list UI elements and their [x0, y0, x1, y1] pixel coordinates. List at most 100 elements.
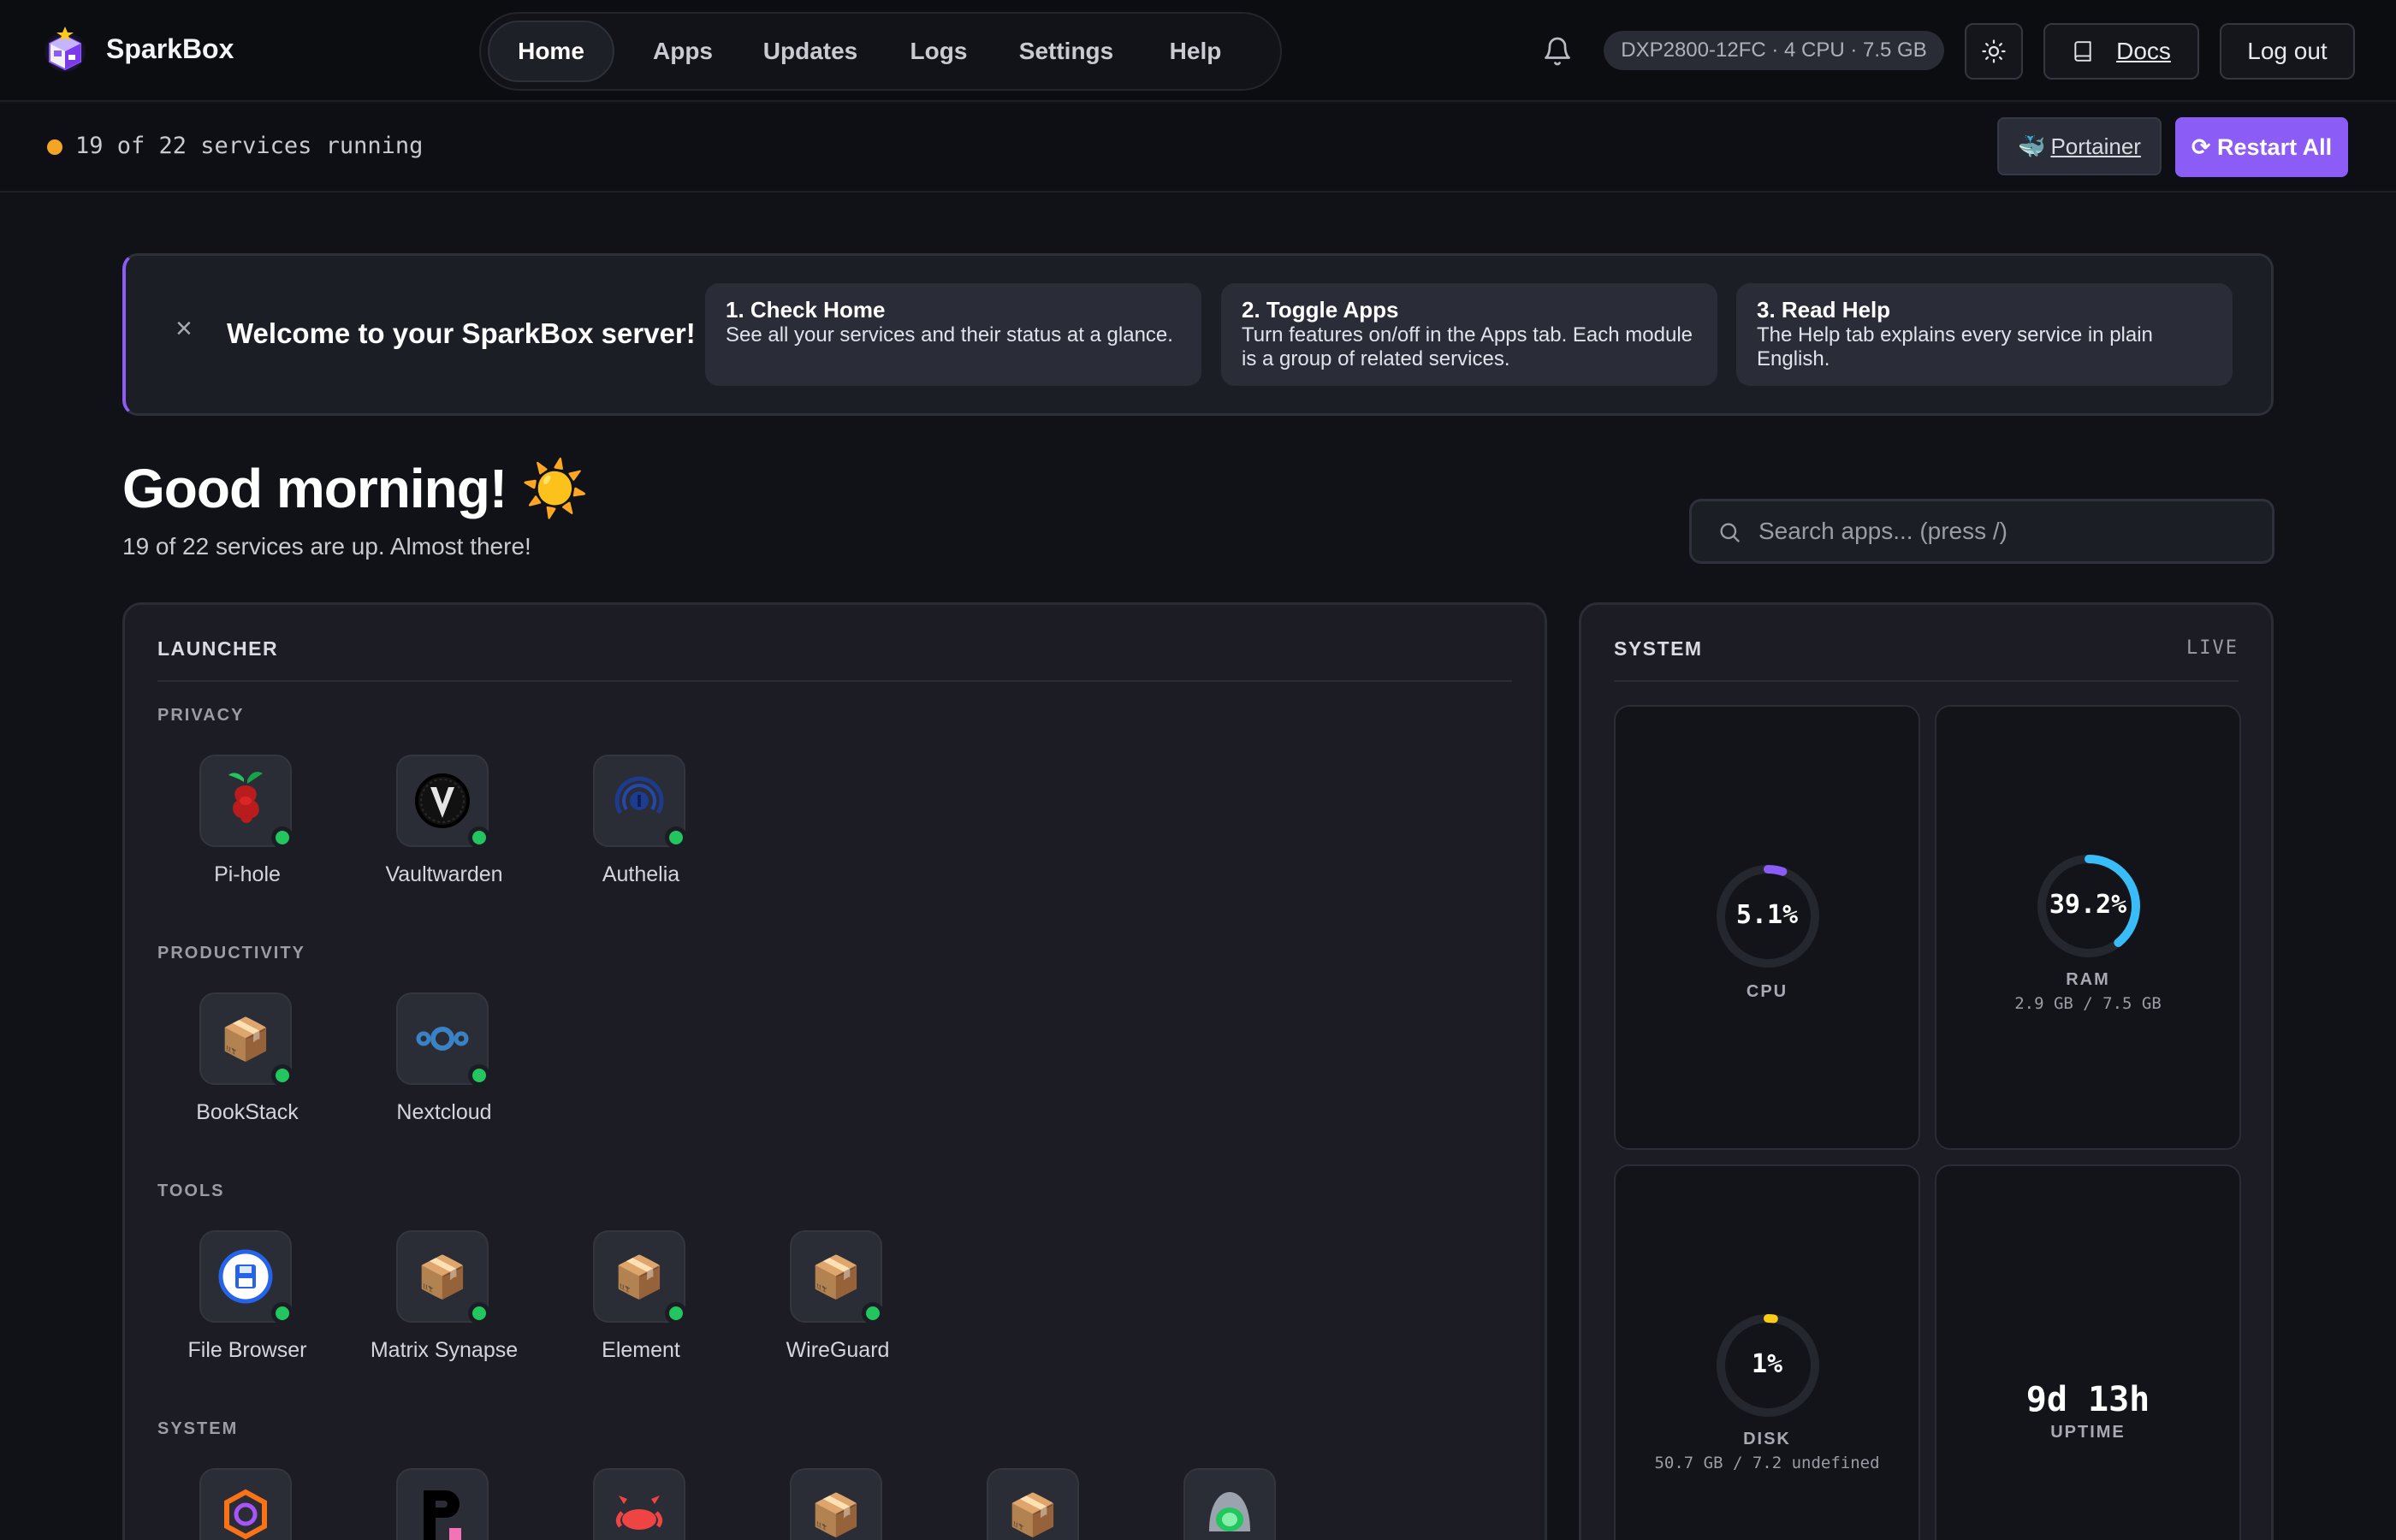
app-tile: 📦	[987, 1468, 1079, 1540]
services-status-text: 19 of 22 services running	[75, 133, 424, 159]
app-crab[interactable]	[551, 1468, 731, 1540]
app-tile	[199, 1468, 292, 1540]
app-tile: 📦	[199, 992, 294, 1087]
search-icon	[1720, 523, 1740, 542]
status-indicator	[468, 1302, 490, 1324]
app-tile	[199, 1230, 294, 1324]
package-icon: 📦	[810, 1492, 862, 1538]
host-info-badge: DXP2800-12FC · 4 CPU · 7.5 GB	[1604, 31, 1944, 70]
app-nextcloud[interactable]: Nextcloud	[354, 992, 534, 1138]
theme-toggle-button[interactable]	[1965, 23, 2023, 80]
app-name: Authelia	[602, 862, 680, 886]
tab-apps[interactable]: Apps	[632, 21, 734, 82]
live-indicator: LIVE	[2186, 637, 2239, 659]
cpu-label: CPU	[1746, 982, 1788, 1001]
top-navigation: SparkBox Home Apps Updates Logs Settings…	[0, 0, 2396, 102]
app-package-2[interactable]: 📦	[945, 1468, 1124, 1540]
app-wireguard[interactable]: 📦 WireGuard	[748, 1230, 928, 1376]
group-label-productivity: PRODUCTIVITY	[157, 944, 305, 962]
tab-settings[interactable]: Settings	[998, 21, 1135, 82]
app-element[interactable]: 📦 Element	[551, 1230, 731, 1376]
pgadmin-icon	[424, 1490, 461, 1540]
app-uptime-kuma[interactable]	[1142, 1468, 1321, 1540]
brand-name: SparkBox	[106, 33, 234, 64]
bell-icon[interactable]	[1542, 36, 1573, 67]
docs-label: Docs	[2116, 38, 2171, 64]
disk-value: 1%	[1751, 1349, 1783, 1379]
app-package-1[interactable]: 📦	[748, 1468, 928, 1540]
app-authelia[interactable]: Authelia	[551, 755, 731, 900]
status-indicator	[862, 1302, 884, 1324]
portainer-label: Portainer	[2050, 133, 2141, 159]
crab-icon	[615, 1496, 663, 1530]
tab-logs[interactable]: Logs	[892, 21, 986, 82]
grafana-icon	[224, 1489, 267, 1540]
app-matrix-synapse[interactable]: 📦 Matrix Synapse	[354, 1230, 534, 1376]
app-tile	[396, 992, 490, 1087]
step-title: 2. Toggle Apps	[1242, 297, 1399, 323]
main-tabs: Home Apps Updates Logs Settings Help	[479, 12, 1282, 91]
app-tile	[396, 1468, 489, 1540]
step-body: Turn features on/off in the Apps tab. Ea…	[1242, 323, 1693, 370]
search-box	[1689, 499, 2274, 564]
whale-icon: 🐳	[2018, 133, 2046, 159]
app-name: Matrix Synapse	[370, 1338, 519, 1362]
step-body: The Help tab explains every service in p…	[1757, 323, 2153, 370]
app-tile	[593, 755, 687, 849]
cpu-card: 5.1% CPU	[1614, 705, 1920, 1150]
step-body: See all your services and their status a…	[726, 323, 1173, 346]
welcome-step-1: 1. Check Home See all your services and …	[705, 283, 1201, 386]
close-icon[interactable]: ×	[175, 312, 193, 346]
welcome-step-3: 3. Read Help The Help tab explains every…	[1736, 283, 2233, 386]
status-indicator	[271, 1302, 294, 1324]
app-name: WireGuard	[786, 1338, 890, 1362]
uptime-label: UPTIME	[2050, 1423, 2126, 1442]
app-pihole[interactable]: Pi-hole	[157, 755, 337, 900]
uptime-kuma-icon	[1209, 1492, 1250, 1531]
greeting-subtitle: 19 of 22 services are up. Almost there!	[122, 533, 531, 560]
app-pgadmin[interactable]	[354, 1468, 534, 1540]
app-file-browser[interactable]: File Browser	[157, 1230, 337, 1376]
step-title: 1. Check Home	[726, 297, 886, 323]
restart-all-button[interactable]: ⟳ Restart All	[2175, 117, 2348, 177]
system-title: SYSTEM	[1614, 637, 1703, 660]
status-indicator	[271, 1064, 294, 1087]
brand[interactable]: SparkBox	[44, 26, 234, 72]
step-title: 3. Read Help	[1757, 297, 1891, 323]
greeting-title: Good morning! ☀️	[122, 458, 590, 519]
app-tile	[199, 755, 294, 849]
app-name: Nextcloud	[396, 1100, 492, 1124]
divider	[157, 680, 1512, 682]
logout-button[interactable]: Log out	[2220, 23, 2355, 80]
group-label-system: SYSTEM	[157, 1419, 239, 1438]
docs-button[interactable]: Docs	[2043, 23, 2199, 80]
tab-help[interactable]: Help	[1148, 21, 1242, 82]
status-indicator	[271, 826, 294, 849]
uptime-value: 9d 13h	[2025, 1380, 2150, 1419]
app-tile: 📦	[790, 1468, 882, 1540]
tab-home[interactable]: Home	[488, 21, 614, 82]
app-tile	[396, 755, 490, 849]
app-tile	[1183, 1468, 1276, 1540]
app-tile: 📦	[593, 1230, 687, 1324]
app-name: Element	[602, 1338, 680, 1362]
sparkbox-cube-icon	[44, 27, 86, 72]
app-name: BookStack	[196, 1100, 299, 1124]
group-label-tools: TOOLS	[157, 1182, 225, 1200]
app-bookstack[interactable]: 📦 BookStack	[157, 992, 337, 1138]
app-vaultwarden[interactable]: Vaultwarden	[354, 755, 534, 900]
app-grafana[interactable]	[157, 1468, 337, 1540]
group-label-privacy: PRIVACY	[157, 706, 245, 725]
portainer-button[interactable]: 🐳 Portainer	[1997, 117, 2162, 175]
welcome-title: Welcome to your SparkBox server!	[227, 317, 696, 349]
tab-updates[interactable]: Updates	[746, 21, 875, 82]
app-name: Pi-hole	[214, 862, 281, 886]
status-bar: 19 of 22 services running 🐳 Portainer ⟳ …	[0, 104, 2396, 192]
ram-detail: 2.9 GB / 7.5 GB	[2014, 994, 2162, 1013]
launcher-title: LAUNCHER	[157, 637, 279, 660]
search-input[interactable]	[1758, 512, 2255, 551]
app-name: File Browser	[187, 1338, 307, 1362]
welcome-banner: × Welcome to your SparkBox server! 1. Ch…	[122, 253, 2274, 416]
app-name: Vaultwarden	[385, 862, 503, 886]
launcher-panel: LAUNCHER PRIVACY Pi-hole Vaultwarden Aut…	[122, 602, 1547, 1540]
